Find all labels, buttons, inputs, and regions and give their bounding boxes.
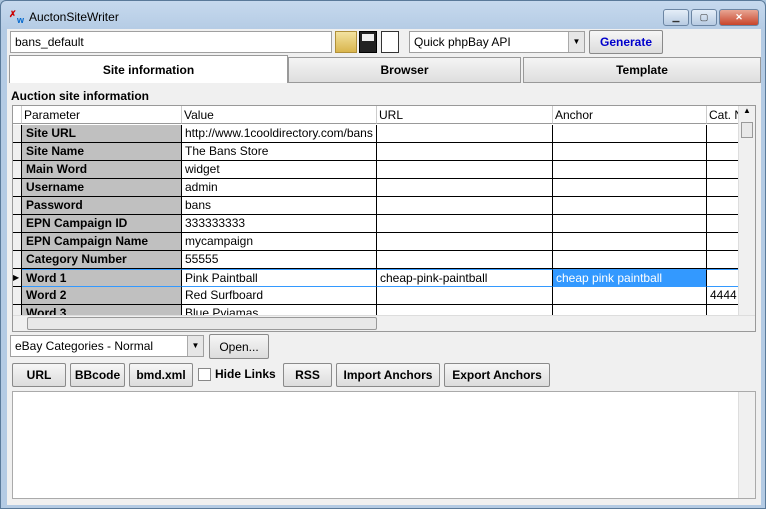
table-cell[interactable]: Main Word: [22, 161, 182, 179]
hide-links-checkbox[interactable]: [198, 368, 211, 381]
api-select[interactable]: Quick phpBay API ▼: [409, 31, 585, 53]
row-header[interactable]: [13, 197, 22, 215]
save-icon[interactable]: [359, 31, 377, 53]
import-anchors-button[interactable]: Import Anchors: [336, 363, 440, 387]
table-cell[interactable]: [377, 251, 553, 269]
hide-links-label: Hide Links: [215, 367, 276, 381]
table-cell[interactable]: Word 1: [22, 269, 182, 287]
table-cell[interactable]: Word 2: [22, 287, 182, 305]
table-cell[interactable]: The Bans Store: [182, 143, 377, 161]
table-cell[interactable]: [377, 179, 553, 197]
rss-button[interactable]: RSS: [283, 363, 332, 387]
bmd-xml-button[interactable]: bmd.xml: [129, 363, 193, 387]
bbcode-button[interactable]: BBcode: [70, 363, 125, 387]
horizontal-scrollbar[interactable]: [13, 315, 755, 331]
table-cell[interactable]: bans: [182, 197, 377, 215]
table-cell[interactable]: mycampaign: [182, 233, 377, 251]
table-cell[interactable]: [553, 287, 707, 305]
table-cell[interactable]: [553, 251, 707, 269]
table-cell[interactable]: Site URL: [22, 125, 182, 143]
table-cell[interactable]: EPN Campaign Name: [22, 233, 182, 251]
row-header[interactable]: [13, 161, 22, 179]
app-window: ✗ w AuctonSiteWriter ▁ ▢ ✕ bans_default Q…: [0, 0, 766, 509]
table-cell[interactable]: cheap pink paintball: [553, 269, 707, 287]
generate-button[interactable]: Generate: [589, 30, 663, 54]
column-header[interactable]: Value: [182, 106, 377, 124]
table-cell[interactable]: [377, 197, 553, 215]
row-header[interactable]: [13, 287, 22, 305]
open-folder-icon[interactable]: [335, 31, 357, 53]
row-header[interactable]: [13, 143, 22, 161]
open-button[interactable]: Open...: [209, 334, 269, 359]
api-select-value: Quick phpBay API: [414, 35, 511, 49]
column-header[interactable]: Parameter: [22, 106, 182, 124]
profile-input[interactable]: bans_default: [10, 31, 332, 53]
table-cell[interactable]: [553, 179, 707, 197]
table-cell[interactable]: Site Name: [22, 143, 182, 161]
table-cell[interactable]: Pink Paintball: [182, 269, 377, 287]
table-cell[interactable]: Username: [22, 179, 182, 197]
tab-browser[interactable]: Browser: [288, 57, 521, 83]
table-cell[interactable]: Category Number: [22, 251, 182, 269]
table-cell[interactable]: [553, 215, 707, 233]
parameter-table[interactable]: Parameter Value URL Anchor Cat. N Site URL htt…: [12, 105, 756, 332]
title-bar: ✗ w AuctonSiteWriter: [9, 7, 119, 27]
table-cell[interactable]: [553, 125, 707, 143]
row-header-corner: [13, 106, 22, 124]
table-cell[interactable]: [553, 233, 707, 251]
table-cell[interactable]: [377, 125, 553, 143]
row-header[interactable]: [13, 251, 22, 269]
vertical-scrollbar[interactable]: ▲: [738, 106, 755, 316]
tab-site-information[interactable]: Site information: [9, 55, 288, 83]
table-cell[interactable]: cheap-pink-paintball: [377, 269, 553, 287]
table-cell[interactable]: [377, 287, 553, 305]
section-title: Auction site information: [11, 89, 149, 103]
table-cell[interactable]: 55555: [182, 251, 377, 269]
table-cell[interactable]: [553, 161, 707, 179]
column-header[interactable]: Anchor: [553, 106, 707, 124]
table-cell[interactable]: [377, 143, 553, 161]
row-header[interactable]: [13, 125, 22, 143]
window-title: AuctonSiteWriter: [29, 10, 119, 24]
row-header[interactable]: ▶: [13, 269, 22, 287]
minimize-button[interactable]: ▁: [663, 9, 689, 26]
table-cell[interactable]: [553, 197, 707, 215]
chevron-down-icon[interactable]: ▼: [187, 336, 203, 356]
row-header[interactable]: [13, 179, 22, 197]
new-file-icon[interactable]: [381, 31, 399, 53]
table-cell[interactable]: Password: [22, 197, 182, 215]
row-header[interactable]: [13, 215, 22, 233]
categories-select-value: eBay Categories - Normal: [15, 339, 154, 353]
url-button[interactable]: URL: [12, 363, 66, 387]
close-button[interactable]: ✕: [719, 9, 759, 26]
table-cell[interactable]: 333333333: [182, 215, 377, 233]
table-cell[interactable]: [377, 161, 553, 179]
app-logo-icon: ✗ w: [9, 9, 25, 25]
table-cell[interactable]: admin: [182, 179, 377, 197]
tab-template[interactable]: Template: [523, 57, 761, 83]
column-header[interactable]: URL: [377, 106, 553, 124]
table-cell[interactable]: [553, 143, 707, 161]
table-cell[interactable]: EPN Campaign ID: [22, 215, 182, 233]
table-cell[interactable]: [377, 215, 553, 233]
table-cell[interactable]: [377, 233, 553, 251]
export-anchors-button[interactable]: Export Anchors: [444, 363, 550, 387]
output-scrollbar[interactable]: [738, 392, 755, 498]
chevron-down-icon[interactable]: ▼: [568, 32, 584, 52]
categories-select[interactable]: eBay Categories - Normal ▼: [10, 335, 204, 357]
maximize-button[interactable]: ▢: [691, 9, 717, 26]
table-cell[interactable]: widget: [182, 161, 377, 179]
output-textarea[interactable]: [12, 391, 756, 499]
table-cell[interactable]: http://www.1cooldirectory.com/bans: [182, 125, 377, 143]
table-cell[interactable]: Red Surfboard: [182, 287, 377, 305]
row-header[interactable]: [13, 233, 22, 251]
